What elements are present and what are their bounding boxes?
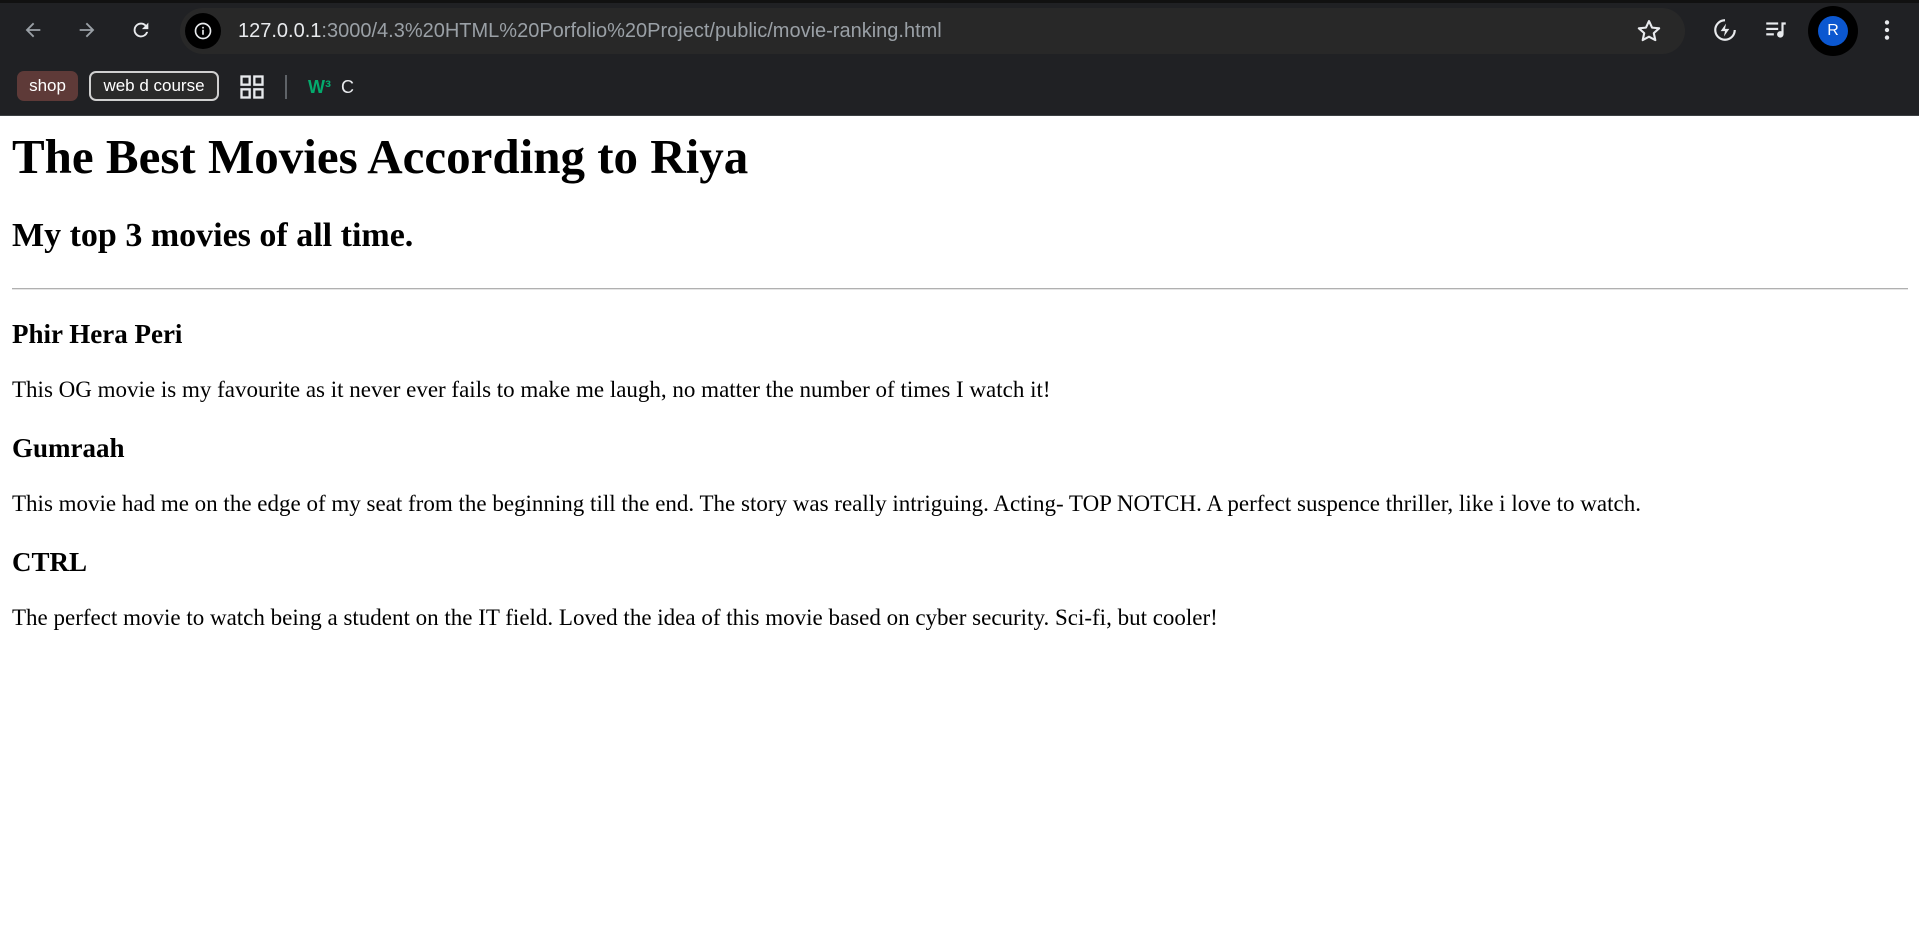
page-subtitle: My top 3 movies of all time. xyxy=(12,216,414,254)
browser-menu-button[interactable] xyxy=(1867,10,1907,50)
divider xyxy=(12,287,1908,290)
forward-button[interactable] xyxy=(67,10,107,50)
bookmark-w3-label: C xyxy=(340,76,354,97)
bookmark-shop[interactable]: shop xyxy=(17,71,78,101)
movie-title: Phir Hera Peri xyxy=(12,318,183,349)
url-host: 127.0.0.1 xyxy=(238,19,322,42)
bookmark-star-icon[interactable] xyxy=(1635,17,1663,45)
browser-toolbar: 127.0.0.1:3000/4.3%20HTML%20Porfolio%20P… xyxy=(0,3,1919,57)
bookmark-web-d-course[interactable]: web d course xyxy=(89,71,219,101)
more-vertical-icon xyxy=(1884,20,1890,40)
performance-button[interactable] xyxy=(1705,10,1745,50)
movie-review: This movie had me on the edge of my seat… xyxy=(12,491,1641,517)
performance-icon xyxy=(1714,19,1736,41)
movie-review: This OG movie is my favourite as it neve… xyxy=(12,377,1051,403)
avatar: R xyxy=(1818,16,1848,46)
page-title: The Best Movies According to Riya xyxy=(12,129,749,184)
movie-title: CTRL xyxy=(12,546,88,577)
site-info-button[interactable] xyxy=(185,13,221,49)
address-bar[interactable]: 127.0.0.1:3000/4.3%20HTML%20Porfolio%20P… xyxy=(180,8,1685,54)
reload-button[interactable] xyxy=(121,10,161,50)
bookmark-w3schools[interactable]: W³ C xyxy=(308,75,354,99)
movie-review: The perfect movie to watch being a stude… xyxy=(12,605,1218,631)
movie-title: Gumraah xyxy=(12,432,125,463)
bookmarks-bar: shop web d course W³ C xyxy=(0,57,1919,114)
info-icon xyxy=(194,22,212,40)
profile-button[interactable]: R xyxy=(1808,6,1858,56)
page-content: The Best Movies According to Riya My top… xyxy=(0,116,1919,632)
bookmarks-divider xyxy=(285,75,287,99)
back-button[interactable] xyxy=(13,10,53,50)
arrow-right-icon xyxy=(79,22,95,38)
w3schools-icon: W³ xyxy=(308,76,331,97)
browser-chrome: 127.0.0.1:3000/4.3%20HTML%20Porfolio%20P… xyxy=(0,0,1919,116)
reload-icon xyxy=(133,22,149,38)
apps-grid-icon[interactable] xyxy=(238,73,266,101)
url-text[interactable]: 127.0.0.1:3000/4.3%20HTML%20Porfolio%20P… xyxy=(238,20,942,43)
url-path: :3000/4.3%20HTML%20Porfolio%20Project/pu… xyxy=(321,19,942,42)
arrow-left-icon xyxy=(25,22,41,38)
media-controls-button[interactable] xyxy=(1756,10,1796,50)
queue-music-icon xyxy=(1766,22,1786,38)
